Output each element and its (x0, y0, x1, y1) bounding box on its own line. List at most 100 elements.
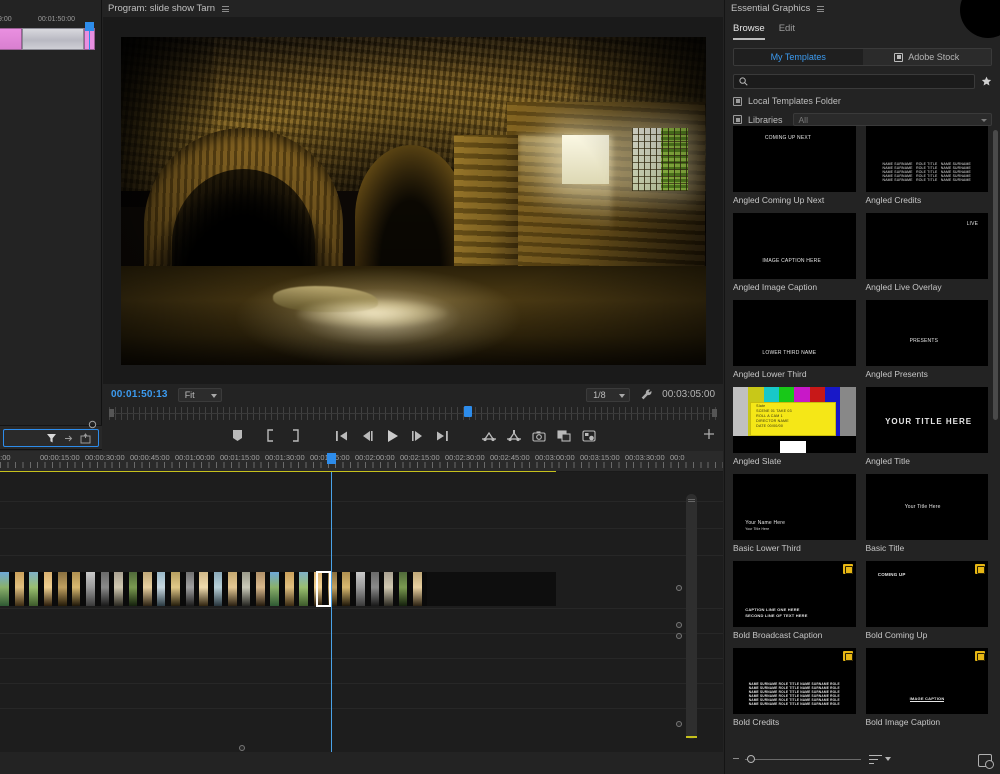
track-keyframe-dot-3[interactable] (676, 633, 682, 639)
template-item[interactable]: CAPTION LINE ONE HERE SECOND LINE OF TEXT… (733, 561, 856, 641)
settings-dot-icon[interactable] (88, 420, 97, 429)
clip-filmstrip[interactable] (0, 572, 556, 606)
template-item[interactable]: Slate SCENE 01 TAKE 03 ROLL A CAM 1 DIRECTO… (733, 387, 856, 467)
template-thumbnail[interactable]: NAME SURNAME ROLE TITLE NAME SURNAME ROL… (733, 648, 856, 714)
step-forward-button[interactable] (409, 428, 425, 444)
template-item[interactable]: Your Title Here Basic Title (865, 474, 988, 554)
overwrite-icon[interactable] (80, 433, 91, 444)
template-item[interactable]: LIVE Angled Live Overlay (865, 213, 988, 293)
search-input[interactable] (752, 76, 969, 87)
scrub-start-cap[interactable] (109, 409, 114, 417)
template-item[interactable]: LOWER THIRD NAME Angled Lower Third (733, 300, 856, 380)
tab-browse[interactable]: Browse (733, 23, 765, 40)
vignette (120, 36, 706, 365)
multi-camera-button[interactable] (581, 428, 597, 444)
template-thumbnail[interactable]: YOUR TITLE HERE (865, 387, 988, 453)
template-item[interactable]: IMAGE CAPTION Bold Image Caption (865, 648, 988, 728)
libraries-checkbox[interactable] (733, 115, 742, 124)
adobe-stock-label: Adobe Stock (908, 52, 960, 62)
template-thumbnail[interactable]: CAPTION LINE ONE HERE SECOND LINE OF TEXT… (733, 561, 856, 627)
step-back-button[interactable] (359, 428, 375, 444)
scrub-playhead[interactable] (464, 406, 472, 417)
template-item[interactable]: Your Name Here Your Title Here Basic Lower… (733, 474, 856, 554)
program-monitor-stage[interactable] (103, 17, 723, 384)
selected-clip[interactable] (316, 571, 331, 607)
filmstrip-thumbnail (270, 572, 279, 606)
timeline-vertical-scrollbar[interactable] (686, 494, 697, 739)
template-item[interactable]: NAME SURNAME ROLE TITLE NAME SURNAME NAME… (865, 126, 988, 206)
template-item[interactable]: PRESENTS Angled Presents (865, 300, 988, 380)
template-label: Basic Title (865, 543, 905, 553)
star-icon[interactable] (981, 76, 992, 87)
template-thumbnail[interactable]: Slate SCENE 01 TAKE 03 ROLL A CAM 1 DIRECTO… (733, 387, 856, 453)
template-thumbnail[interactable]: Your Name Here Your Title Here (733, 474, 856, 540)
template-thumbnail[interactable]: PRESENTS (865, 300, 988, 366)
panel-menu-icon[interactable] (816, 4, 825, 13)
play-stop-button[interactable] (384, 428, 400, 444)
wrench-icon[interactable] (640, 388, 653, 401)
template-thumbnail[interactable]: LIVE (865, 213, 988, 279)
comparison-view-button[interactable] (556, 428, 572, 444)
template-thumbnail[interactable]: IMAGE CAPTION (865, 648, 988, 714)
filmstrip-thumbnail (114, 572, 123, 606)
filter-icon[interactable] (46, 433, 57, 444)
template-item[interactable]: COMING UP Bold Coming Up (865, 561, 988, 641)
timeline-ruler[interactable]: 0:00 00:00:15:00 00:00:30:00 00:00:45:00… (0, 451, 723, 474)
templates-grid-viewport[interactable]: COMING UP NEXT Angled Coming Up Next NAME … (725, 126, 1000, 740)
scrub-end-cap[interactable] (712, 409, 717, 417)
add-marker-button[interactable] (229, 428, 245, 444)
lift-button[interactable] (481, 428, 497, 444)
template-thumbnail[interactable]: Your Title Here (865, 474, 988, 540)
filmstrip-thumbnail (371, 572, 379, 606)
track-keyframe-dot-2[interactable] (676, 622, 682, 628)
zoom-level-select[interactable]: Fit (177, 387, 222, 402)
source-clip-1[interactable] (0, 28, 22, 50)
templates-scrollbar[interactable] (993, 130, 998, 420)
go-to-out-button[interactable] (434, 428, 450, 444)
essential-graphics-titlebar[interactable]: Essential Graphics (725, 0, 1000, 17)
template-thumbnail[interactable]: LOWER THIRD NAME (733, 300, 856, 366)
button-editor-plus-icon[interactable] (703, 428, 715, 440)
go-to-in-button[interactable] (334, 428, 350, 444)
my-templates-button[interactable]: My Templates (734, 49, 863, 65)
mark-out-button[interactable] (287, 428, 303, 444)
track-keyframe-dot-4[interactable] (676, 721, 682, 727)
new-layer-icon[interactable] (978, 754, 994, 769)
tab-edit[interactable]: Edit (779, 23, 795, 40)
library-select[interactable]: All (792, 113, 992, 126)
mark-in-button[interactable] (262, 428, 278, 444)
source-playhead[interactable] (85, 22, 94, 31)
template-item[interactable]: IMAGE CAPTION HERE Angled Image Caption (733, 213, 856, 293)
local-templates-checkbox[interactable] (733, 96, 742, 106)
export-frame-button[interactable] (531, 428, 547, 444)
template-thumbnail[interactable]: IMAGE CAPTION HERE (733, 213, 856, 279)
video-track-v1[interactable] (0, 571, 556, 607)
adobe-stock-button[interactable]: Adobe Stock (862, 49, 991, 65)
zoom-knob[interactable] (747, 755, 755, 763)
template-item[interactable]: YOUR TITLE HERE Angled Title (865, 387, 988, 467)
source-clip-2[interactable] (22, 28, 84, 50)
template-thumbnail[interactable]: COMING UP (865, 561, 988, 627)
program-monitor-scrub-track[interactable] (109, 405, 717, 423)
timeline-tracks[interactable] (0, 472, 723, 752)
template-item[interactable]: COMING UP NEXT Angled Coming Up Next (733, 126, 856, 206)
filter-local-templates[interactable]: Local Templates Folder (733, 96, 992, 106)
template-label: Bold Image Caption (865, 717, 941, 727)
template-item[interactable]: NAME SURNAME ROLE TITLE NAME SURNAME ROL… (733, 648, 856, 728)
track-keyframe-dot-1[interactable] (676, 585, 682, 591)
search-box[interactable] (733, 74, 975, 89)
program-monitor-titlebar[interactable]: Program: slide show Tarn (103, 0, 723, 17)
extract-button[interactable] (506, 428, 522, 444)
thumbnail-zoom-slider[interactable] (733, 753, 861, 765)
template-thumbnail[interactable]: COMING UP NEXT (733, 126, 856, 192)
playhead-timecode[interactable]: 00:01:50:13 (111, 389, 168, 400)
insert-icon[interactable] (64, 434, 74, 443)
panel-menu-icon[interactable] (221, 4, 230, 13)
template-thumbnail[interactable]: NAME SURNAME ROLE TITLE NAME SURNAME NAME… (865, 126, 988, 192)
filter-libraries[interactable]: Libraries All (733, 113, 992, 126)
sort-button[interactable] (869, 754, 891, 765)
track-divider-8 (0, 708, 723, 709)
playback-resolution-select[interactable]: 1/8 (586, 387, 631, 402)
timeline-playhead-handle[interactable] (327, 453, 336, 464)
track-keyframe-dot-5[interactable] (239, 745, 245, 751)
